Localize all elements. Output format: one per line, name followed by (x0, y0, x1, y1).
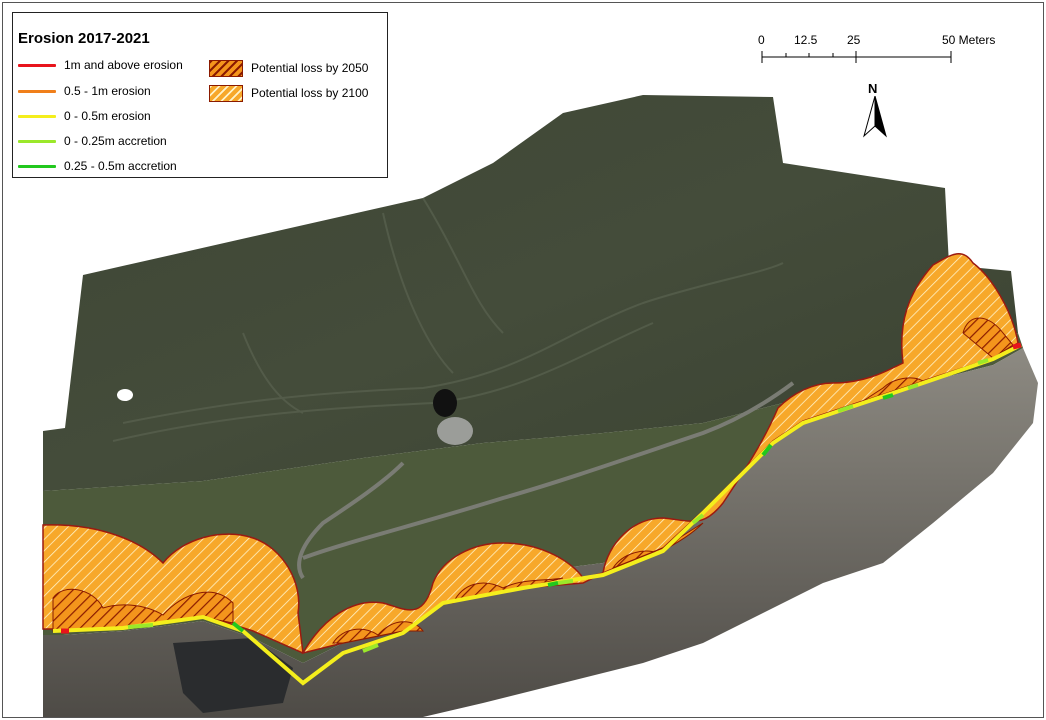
white-patch (117, 389, 133, 401)
line-swatch-icon (18, 89, 56, 93)
legend-item-1m-erosion: 1m and above erosion (18, 57, 183, 73)
north-arrow: N (860, 81, 890, 141)
legend-item-0.25-0.5m-accretion: 0.25 - 0.5m accretion (18, 158, 177, 174)
legend-item-loss-2050: Potential loss by 2050 (209, 59, 369, 77)
legend-label: 0.25 - 0.5m accretion (64, 159, 177, 173)
scale-ruler (761, 51, 952, 63)
map-frame: Erosion 2017-2021 1m and above erosion 0… (2, 2, 1044, 718)
legend-item-0.5-1m-erosion: 0.5 - 1m erosion (18, 83, 151, 99)
north-label: N (868, 81, 878, 96)
scale-bar: 0 12.5 25 50 Meters (758, 33, 1028, 73)
legend-title: Erosion 2017-2021 (18, 30, 150, 47)
line-swatch-icon (18, 114, 56, 118)
line-swatch-icon (18, 139, 56, 143)
legend-label: 0.5 - 1m erosion (64, 84, 151, 98)
tower (437, 417, 473, 445)
legend-item-0-0.25m-accretion: 0 - 0.25m accretion (18, 133, 167, 149)
legend-label: 1m and above erosion (64, 58, 183, 72)
legend-label: 0 - 0.5m erosion (64, 109, 151, 123)
legend-item-0-0.5m-erosion: 0 - 0.5m erosion (18, 108, 151, 124)
legend-label: Potential loss by 2100 (251, 86, 369, 100)
map-legend: Erosion 2017-2021 1m and above erosion 0… (12, 12, 388, 178)
hatch-swatch-icon (209, 59, 243, 77)
hatch-swatch-icon (209, 84, 243, 102)
legend-label: 0 - 0.25m accretion (64, 134, 167, 148)
legend-item-loss-2100: Potential loss by 2100 (209, 84, 369, 102)
legend-label: Potential loss by 2050 (251, 61, 369, 75)
north-arrow-icon (863, 96, 887, 138)
line-swatch-icon (18, 63, 56, 67)
line-swatch-icon (18, 164, 56, 168)
tower-shadow (433, 389, 457, 417)
